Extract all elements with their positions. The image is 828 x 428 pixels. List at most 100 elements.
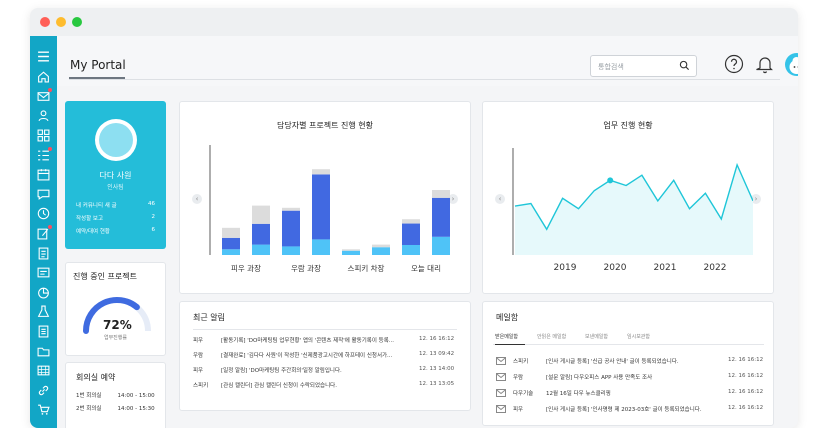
page-header: My Portal 통합검색 xyxy=(57,36,798,86)
folder-icon[interactable] xyxy=(37,345,50,358)
envelope-icon xyxy=(496,389,506,397)
mail-sender: 다우기술 xyxy=(513,389,543,397)
mail-icon[interactable] xyxy=(37,90,50,103)
alert-sender: 스피키 xyxy=(193,381,219,389)
category-label: 피우 과장 xyxy=(231,263,261,273)
bar-segment xyxy=(282,208,300,211)
bar-segment xyxy=(372,245,390,248)
alerts-divider xyxy=(193,329,457,330)
line-chart: 2019 2020 2021 2022 xyxy=(503,142,753,282)
x-tick-label: 2021 xyxy=(654,263,677,273)
owner-project-chart-card: 담당자별 프로젝트 진행 현황 ‹ › 피우 과장우람 과장스피키 차장오늘 대… xyxy=(179,101,471,294)
window-titlebar xyxy=(30,8,798,36)
close-dot[interactable] xyxy=(40,17,50,27)
envelope-icon xyxy=(496,373,506,381)
meeting-row[interactable]: 1번 회의실14:00 - 15:00 xyxy=(76,391,155,399)
project-progress-card: 진행 중인 프로젝트 72% 업무진행률 xyxy=(65,262,166,356)
alerts-card: 최근 알림 피우[활동기록] 'DO마케팅팀 업무현황' 앱의 '콘텐츠 제작'… xyxy=(179,301,471,411)
tab-unread[interactable]: 안읽은 메일함 xyxy=(537,333,566,340)
task-progress-chart-card: 업무 진행 현황 ‹ › 2019202020212022 xyxy=(482,101,774,294)
bar-segment xyxy=(432,237,450,255)
bar-segment xyxy=(402,224,420,245)
search-placeholder: 통합검색 xyxy=(598,63,624,71)
bar-segment xyxy=(342,251,360,255)
bar-chart-title: 담당자별 프로젝트 진행 현황 xyxy=(180,120,470,131)
list-icon[interactable] xyxy=(37,149,50,162)
mail-tabs: 받은메일함 안읽은 메일함 보낸메일함 임시보관함 xyxy=(493,333,764,345)
bar-segment xyxy=(342,249,360,250)
profile-stat[interactable]: 내 커뮤니티 새 글46 xyxy=(76,201,155,209)
profile-name: 다다 사원 xyxy=(65,170,166,181)
board-icon[interactable] xyxy=(37,266,50,279)
alert-sender: 피우 xyxy=(193,336,219,344)
report-icon[interactable] xyxy=(37,286,50,299)
tab-inbox[interactable]: 받은메일함 xyxy=(495,333,518,340)
bar-segment xyxy=(252,245,270,255)
category-label: 우람 과장 xyxy=(291,263,321,273)
flask-icon[interactable] xyxy=(37,305,50,318)
tab-drafts[interactable]: 임시보관함 xyxy=(627,333,650,340)
profile-role: 인사팀 xyxy=(65,182,166,191)
alert-sender: 피우 xyxy=(193,366,219,374)
docs-icon[interactable] xyxy=(37,325,50,338)
minimize-dot[interactable] xyxy=(56,17,66,27)
mail-date: 12. 16 16:12 xyxy=(728,389,763,395)
mail-title: 메일함 xyxy=(496,312,518,323)
x-tick-label: 2020 xyxy=(604,263,627,273)
calendar-icon[interactable] xyxy=(37,168,50,181)
search-input[interactable]: 통합검색 xyxy=(590,55,697,77)
meeting-title: 회의실 예약 xyxy=(76,372,115,383)
menu-icon[interactable] xyxy=(37,50,50,63)
apps-icon[interactable] xyxy=(37,129,50,142)
bar-segment xyxy=(432,190,450,198)
meeting-time: 14:00 - 15:30 xyxy=(118,406,155,412)
meeting-row[interactable]: 2번 회의실 14:00 - 15:30 xyxy=(76,404,155,412)
mail-subject: 12월 16일 다우 뉴스클리핑 xyxy=(546,389,721,397)
contacts-icon[interactable] xyxy=(37,109,50,122)
cart-icon[interactable] xyxy=(37,403,50,416)
stat-label: 내 커뮤니티 새 글 xyxy=(76,201,117,209)
tab-active-indicator xyxy=(495,344,525,345)
link-icon[interactable] xyxy=(37,384,50,397)
bell-icon[interactable] xyxy=(756,54,774,74)
help-icon[interactable] xyxy=(724,54,744,74)
x-tick-label: 2022 xyxy=(704,263,727,273)
chat-icon[interactable] xyxy=(37,188,50,201)
meeting-room: 2번 회의실 xyxy=(76,406,102,412)
tab-sent[interactable]: 보낸메일함 xyxy=(585,333,608,340)
bar-segment xyxy=(222,249,240,255)
search-icon[interactable] xyxy=(679,60,690,71)
alert-date: 12. 13 13:05 xyxy=(419,381,454,387)
alert-text: [결재완료] '김다다 사원'이 작성한 '신제품광고시간에 하프테이 신청서가… xyxy=(221,351,411,359)
bar-chart: 피우 과장우람 과장스피키 차장오늘 대리 xyxy=(200,137,450,277)
alert-sender: 우람 xyxy=(193,351,219,359)
bar-segment xyxy=(252,206,270,224)
mail-sender: 우람 xyxy=(513,373,543,381)
profile-stat[interactable]: 작성할 보고2 xyxy=(76,214,155,222)
archive-icon[interactable] xyxy=(37,364,50,377)
alert-date: 12. 16 16:12 xyxy=(419,336,454,342)
stat-value: 6 xyxy=(152,227,156,235)
profile-stat[interactable]: 예약/대여 현황 6 xyxy=(76,227,155,235)
bar-segment xyxy=(402,245,420,255)
clock-icon[interactable] xyxy=(37,207,50,220)
survey-icon[interactable] xyxy=(37,247,50,260)
page-title: My Portal xyxy=(70,58,126,72)
user-avatar[interactable] xyxy=(785,53,798,76)
mail-subject: [인사 게시글 등록] '인사명령 제 2023-03호' 글이 등록되었습니다… xyxy=(546,405,721,413)
home-icon[interactable] xyxy=(37,70,50,83)
stat-label: 예약/대여 현황 xyxy=(76,227,110,235)
mail-card: 메일함 받은메일함 안읽은 메일함 보낸메일함 임시보관함 스피키[인사 게시글… xyxy=(482,301,774,426)
alert-text: [활동기록] 'DO마케팅팀 업무현황' 앱의 '콘텐츠 제작'에 활동기록이 … xyxy=(221,336,411,344)
stat-label: 작성할 보고 xyxy=(76,214,103,222)
edit-icon[interactable] xyxy=(37,227,50,240)
side-rail xyxy=(30,36,57,428)
maximize-dot[interactable] xyxy=(72,17,82,27)
profile-avatar xyxy=(95,119,137,161)
alert-text: [일정 알림] 'DO마케팅팀 주간회의'일정 알림입니다. xyxy=(221,366,411,374)
app-window: My Portal 통합검색 다다 사원 인사팀 내 커뮤니티 새 글46 작성… xyxy=(30,8,798,428)
alert-date: 12. 13 14:00 xyxy=(419,366,454,372)
line-chart-title: 업무 진행 현황 xyxy=(483,120,773,131)
x-tick-label: 2019 xyxy=(554,263,577,273)
meeting-card: 회의실 예약 1번 회의실14:00 - 15:00 2번 회의실 14:00 -… xyxy=(65,362,166,428)
